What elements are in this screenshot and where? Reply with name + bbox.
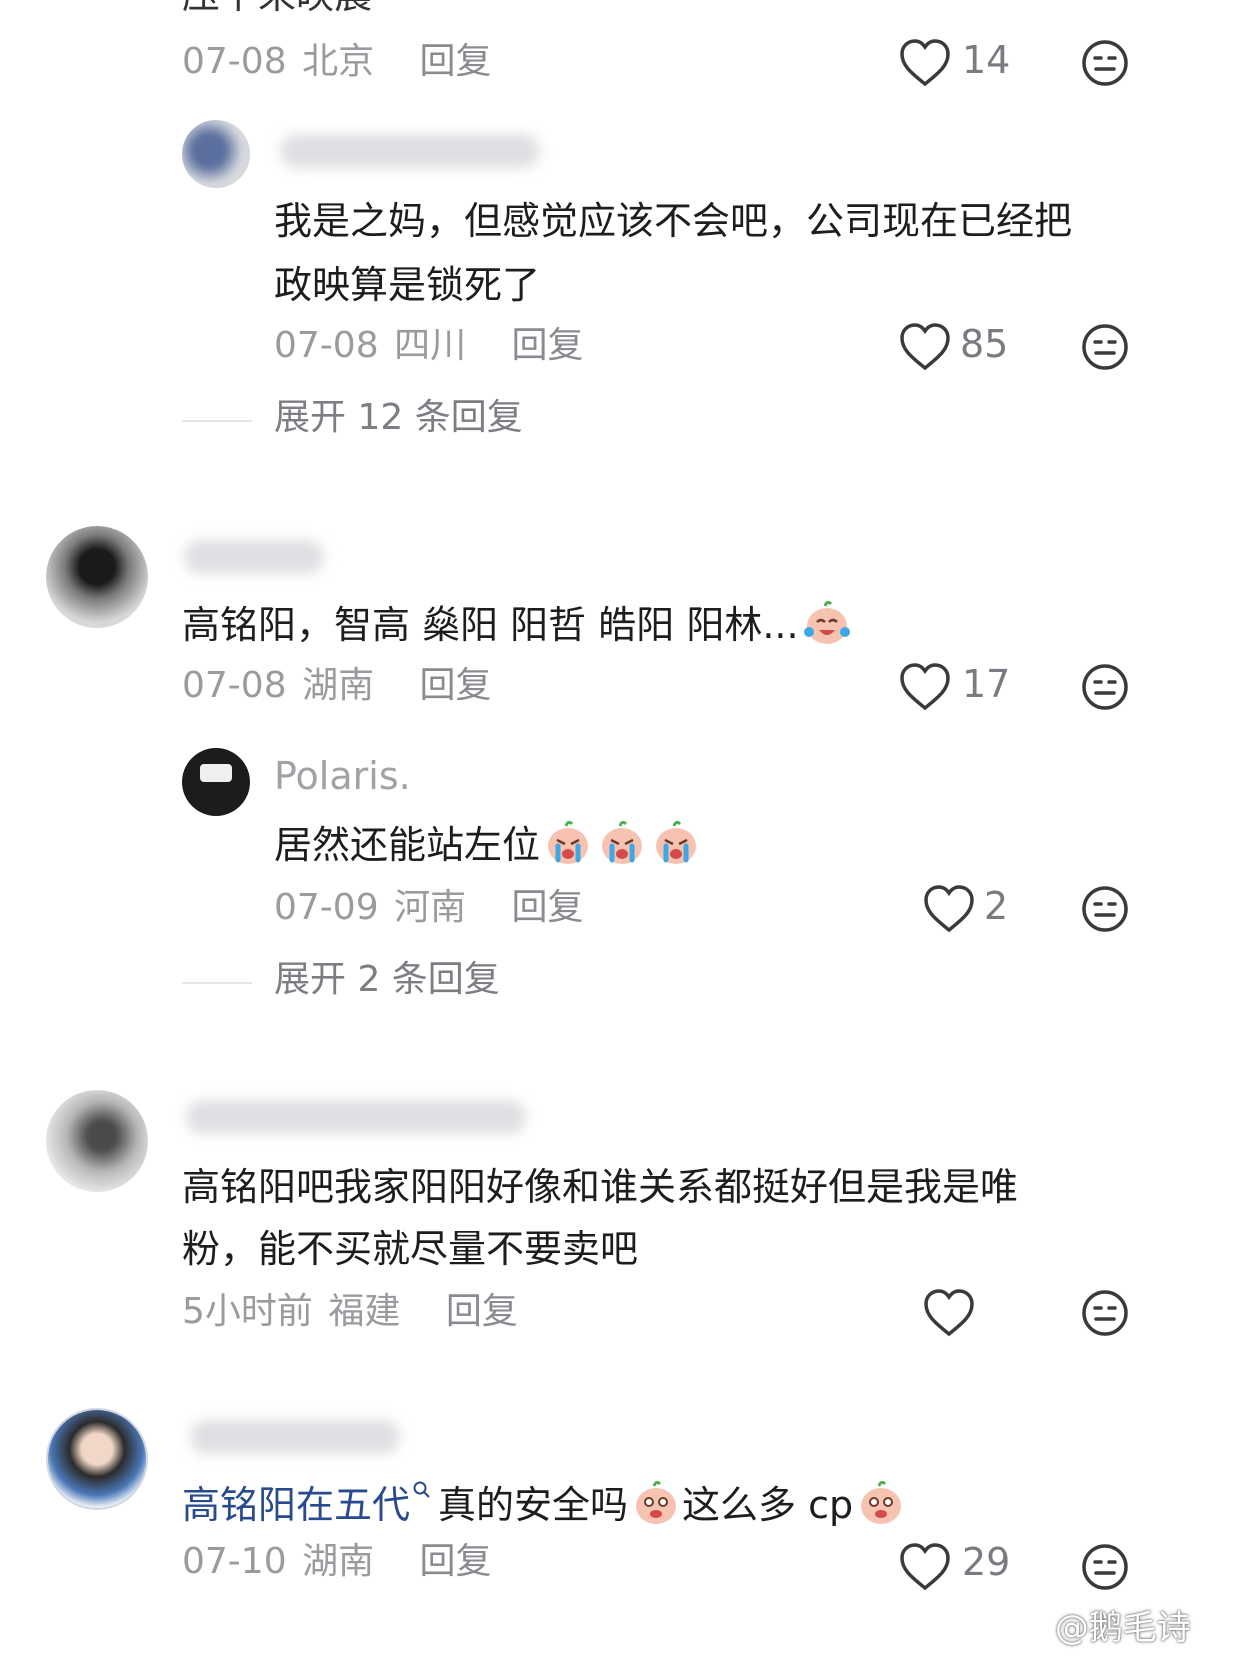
- comment-text-line2: 粉，能不买就尽量不要卖吧: [182, 1227, 639, 1271]
- weibo-watermark: @鹅毛诗: [1000, 1600, 1191, 1649]
- comment-text: 高铭阳在五代 真的安全吗 这么多 cp: [182, 1472, 907, 1538]
- neutral-face-icon: [1082, 664, 1128, 710]
- like-button[interactable]: [898, 322, 952, 376]
- like-button[interactable]: [898, 38, 952, 92]
- comment-date: 07-10: [182, 1541, 287, 1582]
- reply-button[interactable]: 回复: [420, 1541, 492, 1582]
- reply-location: 四川: [394, 325, 467, 366]
- reply-date: 07-08: [274, 325, 379, 366]
- like-button[interactable]: [898, 1542, 952, 1596]
- avatar[interactable]: [182, 120, 250, 188]
- comment-meta: 07-08 湖南 回复: [182, 664, 492, 708]
- like-button[interactable]: [922, 884, 976, 938]
- neutral-face-icon: [1082, 1290, 1128, 1336]
- crying-laughing-emoji-icon: [803, 600, 850, 644]
- heart-icon: [900, 39, 950, 87]
- like-count: 14: [962, 38, 1011, 82]
- crying-emoji-icon: [656, 820, 697, 864]
- comment-meta: 07-08 北京 回复: [182, 40, 492, 84]
- username-blurred: [184, 540, 324, 574]
- comment-text: 高铭阳，智高 燊阳 阳哲 皓阳 阳林...: [182, 592, 853, 658]
- neutral-face-icon: [1082, 40, 1128, 86]
- expand-divider: [182, 982, 252, 984]
- neutral-face-icon: [1082, 886, 1128, 932]
- comment-text-end: 这么多 cp: [682, 1483, 854, 1527]
- comment-location: 福建: [328, 1291, 401, 1332]
- comment-text-mid: 真的安全吗: [438, 1483, 629, 1527]
- like-count: 29: [962, 1540, 1011, 1584]
- reply-button[interactable]: 回复: [512, 887, 584, 928]
- comment-date: 07-08: [182, 665, 287, 706]
- reply-button[interactable]: 回复: [420, 41, 492, 82]
- reply-text: 居然还能站左位: [274, 812, 702, 878]
- avatar[interactable]: [182, 748, 250, 816]
- dislike-button[interactable]: [1080, 884, 1130, 938]
- comment-meta: 07-10 湖南 回复: [182, 1540, 492, 1584]
- comment-meta: 5小时前 福建 回复: [182, 1290, 518, 1334]
- neutral-face-icon: [1082, 1544, 1128, 1590]
- heart-icon: [924, 885, 974, 933]
- username-blurred: [280, 134, 540, 168]
- watermark-text: @鹅毛诗: [1054, 1608, 1191, 1648]
- expand-replies-button[interactable]: 展开 12 条回复: [274, 396, 523, 440]
- comment-text-line1: 高铭阳吧我家阳阳好像和谁关系都挺好但是我是唯: [182, 1165, 1019, 1209]
- dislike-button[interactable]: [1080, 1542, 1130, 1596]
- like-count: 2: [984, 884, 1009, 928]
- comment-location: 湖南: [302, 665, 375, 706]
- expand-replies-button[interactable]: 展开 2 条回复: [274, 958, 500, 1002]
- shy-emoji-icon: [636, 1480, 677, 1524]
- username-blurred: [190, 1420, 400, 1454]
- neutral-face-icon: [1082, 324, 1128, 370]
- dislike-button[interactable]: [1080, 662, 1130, 716]
- dislike-button[interactable]: [1080, 322, 1130, 376]
- reply-button[interactable]: 回复: [512, 325, 584, 366]
- comment-text-body: 高铭阳，智高 燊阳 阳哲 皓阳 阳林...: [182, 603, 799, 647]
- reply-text-body: 居然还能站左位: [274, 823, 541, 867]
- comment-date: 07-08: [182, 41, 287, 82]
- heart-icon: [900, 323, 950, 371]
- crying-emoji-icon: [548, 820, 589, 864]
- like-button[interactable]: [898, 662, 952, 716]
- search-icon[interactable]: [412, 1480, 432, 1500]
- reply-button[interactable]: 回复: [420, 665, 492, 706]
- reply-text-line1: 我是之妈，但感觉应该不会吧，公司现在已经把: [274, 199, 1073, 243]
- avatar[interactable]: [46, 1090, 148, 1192]
- reply-meta: 07-09 河南 回复: [274, 886, 584, 930]
- username-blurred: [186, 1100, 526, 1134]
- crying-emoji-icon: [602, 820, 643, 864]
- dislike-button[interactable]: [1080, 38, 1130, 92]
- comment-text: 压下来映晨: [182, 0, 372, 28]
- reply-text-line2: 政映算是锁死了: [274, 263, 541, 307]
- avatar[interactable]: [46, 1408, 148, 1510]
- avatar[interactable]: [46, 526, 148, 628]
- comment-date: 5小时前: [182, 1291, 313, 1332]
- search-link[interactable]: 高铭阳在五代: [182, 1483, 410, 1527]
- reply-button[interactable]: 回复: [446, 1291, 518, 1332]
- comment-location: 北京: [302, 41, 375, 82]
- heart-icon: [900, 663, 950, 711]
- shy-emoji-icon: [861, 1480, 902, 1524]
- weibo-logo-icon: [1000, 1615, 1041, 1644]
- reply-location: 河南: [394, 887, 467, 928]
- reply-meta: 07-08 四川 回复: [274, 324, 584, 368]
- reply-date: 07-09: [274, 887, 379, 928]
- like-button[interactable]: [922, 1288, 976, 1342]
- like-count: 17: [962, 662, 1011, 706]
- heart-icon: [924, 1289, 974, 1337]
- heart-icon: [900, 1543, 950, 1591]
- dislike-button[interactable]: [1080, 1288, 1130, 1342]
- username[interactable]: Polaris.: [274, 754, 411, 798]
- expand-divider: [182, 420, 252, 422]
- like-count: 85: [960, 322, 1009, 366]
- comment-location: 湖南: [302, 1541, 375, 1582]
